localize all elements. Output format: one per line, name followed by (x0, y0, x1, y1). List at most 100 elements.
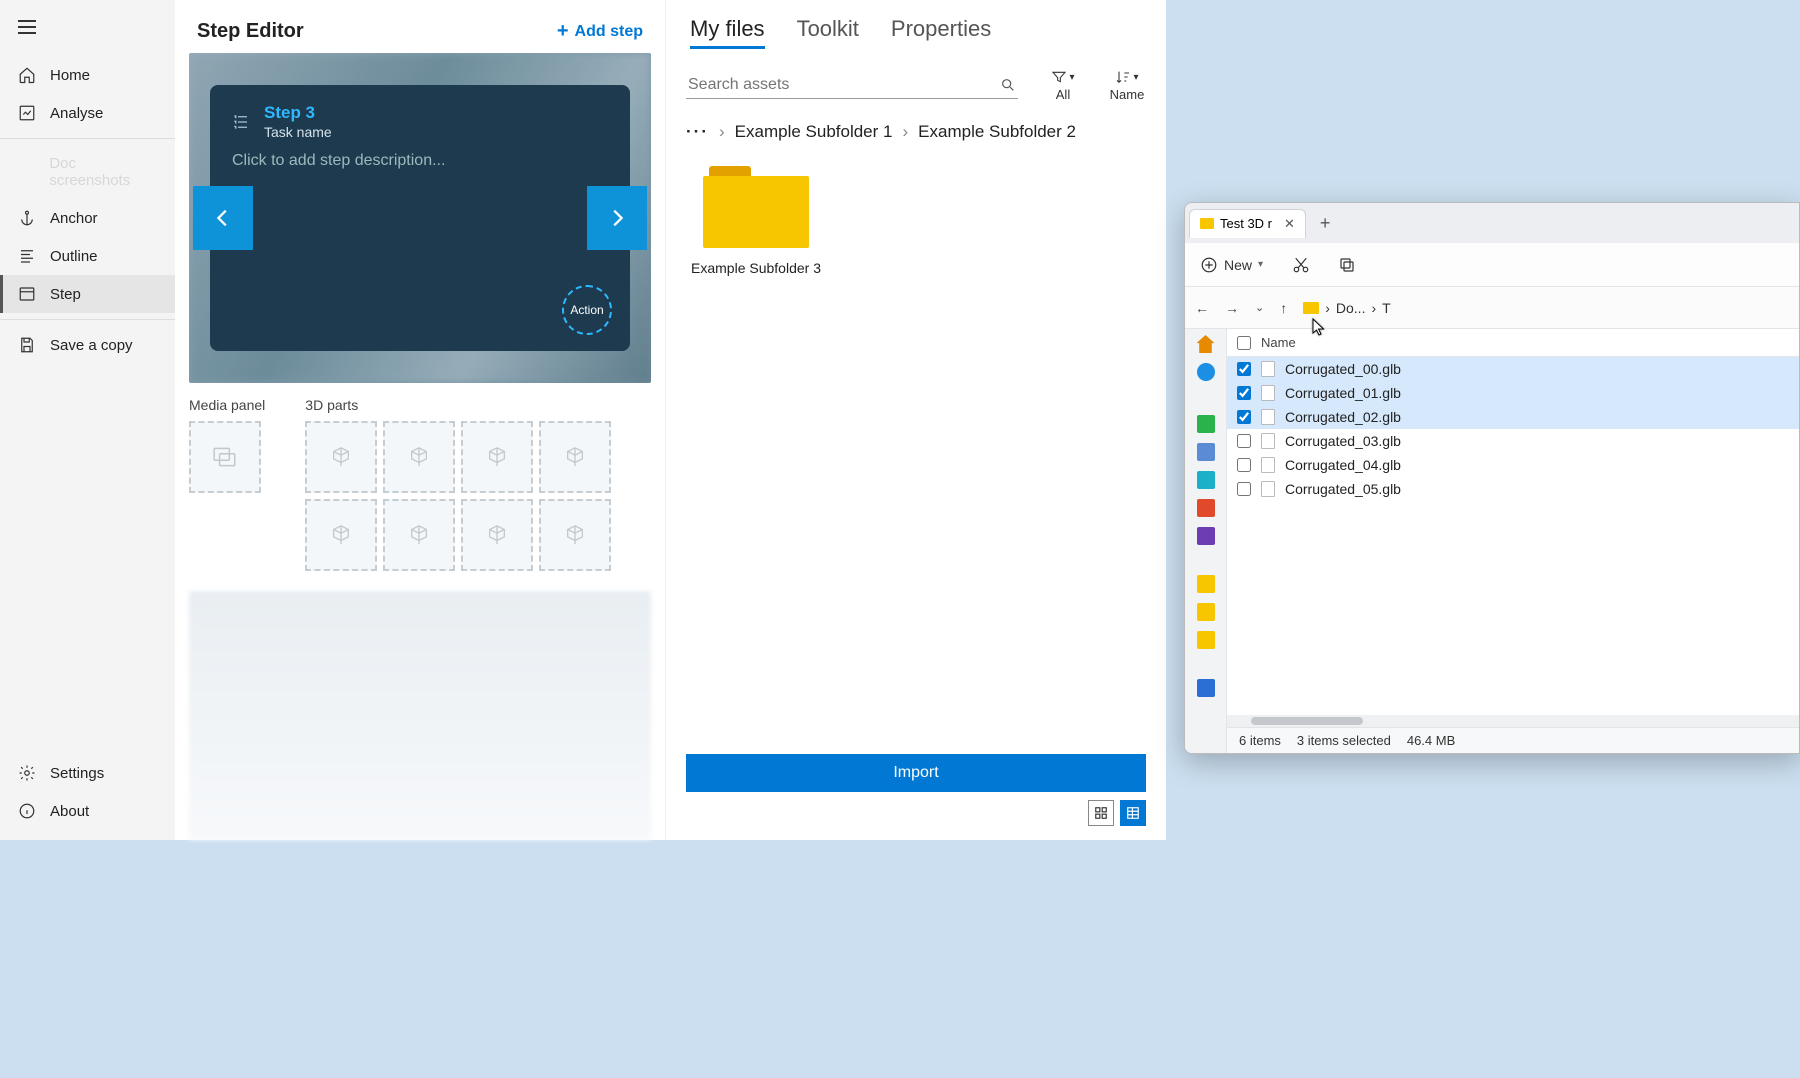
file-row[interactable]: Corrugated_01.glb (1227, 381, 1799, 405)
search-input[interactable] (688, 76, 1000, 94)
select-all-checkbox[interactable] (1237, 336, 1251, 350)
sidebar-item-save-copy[interactable]: Save a copy (0, 326, 175, 364)
3d-part-slot[interactable] (383, 421, 455, 493)
3d-part-slot[interactable] (305, 499, 377, 571)
grid-view-button[interactable] (1088, 800, 1114, 826)
add-step-button[interactable]: + Add step (557, 20, 643, 43)
file-checkbox[interactable] (1237, 410, 1251, 424)
new-button[interactable]: New ▾ (1199, 255, 1264, 275)
path-segment[interactable]: Do... (1336, 300, 1366, 316)
nav-folder-icon[interactable] (1197, 603, 1215, 621)
sidebar-item-step[interactable]: Step (0, 275, 175, 313)
breadcrumb-more[interactable]: ··· (686, 122, 709, 142)
chevron-right-icon: › (1371, 300, 1376, 316)
nav-home-icon[interactable] (1197, 335, 1215, 353)
3d-part-slot[interactable] (461, 499, 533, 571)
file-checkbox[interactable] (1237, 362, 1251, 376)
filter-button[interactable]: ▾ All (1044, 69, 1082, 102)
file-row[interactable]: Corrugated_05.glb (1227, 477, 1799, 501)
step-preview: Step 3 Task name Click to add step descr… (189, 53, 651, 383)
3d-part-slot[interactable] (383, 499, 455, 571)
cut-button[interactable] (1292, 256, 1310, 274)
explorer-tab[interactable]: Test 3D r ✕ (1189, 209, 1306, 238)
file-row[interactable]: Corrugated_00.glb (1227, 357, 1799, 381)
explorer-statusbar: 6 items 3 items selected 46.4 MB (1227, 727, 1799, 753)
file-row[interactable]: Corrugated_04.glb (1227, 453, 1799, 477)
sort-button[interactable]: ▾ Name (1108, 69, 1146, 102)
tab-my-files[interactable]: My files (690, 16, 765, 49)
search-box[interactable] (686, 72, 1018, 99)
task-name: Task name (264, 124, 332, 140)
sidebar-divider (0, 138, 175, 139)
sidebar-item-settings[interactable]: Settings (0, 754, 175, 792)
sidebar-item-anchor[interactable]: Anchor (0, 199, 175, 237)
step-card[interactable]: Step 3 Task name Click to add step descr… (210, 85, 630, 351)
nav-downloads-icon[interactable] (1197, 415, 1215, 433)
history-dropdown[interactable]: ⌄ (1255, 301, 1264, 314)
ordered-list-icon (232, 113, 250, 131)
forward-button[interactable]: → (1225, 300, 1239, 316)
new-tab-button[interactable]: + (1320, 213, 1331, 234)
tab-toolkit[interactable]: Toolkit (797, 16, 859, 49)
media-slot[interactable] (189, 421, 261, 493)
3d-part-slot[interactable] (539, 421, 611, 493)
3d-part-slot[interactable] (461, 421, 533, 493)
breadcrumb-item[interactable]: Example Subfolder 2 (918, 122, 1076, 142)
nav-onedrive-icon[interactable] (1197, 363, 1215, 381)
file-list[interactable]: Corrugated_00.glbCorrugated_01.glbCorrug… (1227, 357, 1799, 715)
file-checkbox[interactable] (1237, 434, 1251, 448)
3d-part-slot[interactable] (305, 421, 377, 493)
step-description-placeholder[interactable]: Click to add step description... (232, 152, 608, 170)
nav-folder-icon[interactable] (1197, 575, 1215, 593)
nav-videos-icon[interactable] (1197, 527, 1215, 545)
import-button[interactable]: Import (686, 754, 1146, 792)
sidebar-item-analyse[interactable]: Analyse (0, 94, 175, 132)
file-checkbox[interactable] (1237, 386, 1251, 400)
name-column-header[interactable]: Name (1261, 335, 1296, 350)
sidebar-item-doc-screenshots[interactable]: Doc screenshots (0, 145, 175, 199)
nav-folder-icon[interactable] (1197, 631, 1215, 649)
address-bar[interactable]: › Do... › T (1303, 300, 1789, 316)
prev-step-button[interactable] (193, 186, 253, 250)
folder-item[interactable]: Example Subfolder 3 (686, 166, 826, 276)
nav-thispc-icon[interactable] (1197, 679, 1215, 697)
action-label: Action (570, 303, 603, 317)
breadcrumb-item[interactable]: Example Subfolder 1 (735, 122, 893, 142)
nav-pictures-icon[interactable] (1197, 471, 1215, 489)
explorer-nav-pane[interactable] (1185, 329, 1227, 753)
close-tab-button[interactable]: ✕ (1284, 216, 1295, 232)
copy-button[interactable] (1338, 256, 1356, 274)
sidebar-item-home[interactable]: Home (0, 56, 175, 94)
sidebar-divider (0, 319, 175, 320)
file-icon (1261, 433, 1275, 449)
sidebar-item-outline[interactable]: Outline (0, 237, 175, 275)
file-checkbox[interactable] (1237, 458, 1251, 472)
sidebar-item-about[interactable]: About (0, 792, 175, 830)
nav-music-icon[interactable] (1197, 499, 1215, 517)
explorer-navbar: ← → ⌄ ↑ › Do... › T (1185, 287, 1799, 329)
search-icon[interactable] (1000, 77, 1016, 93)
hamburger-button[interactable] (0, 10, 175, 44)
3d-part-slot[interactable] (539, 499, 611, 571)
nav-documents-icon[interactable] (1197, 443, 1215, 461)
step-title: Step 3 (264, 103, 332, 123)
mouse-cursor (1312, 318, 1326, 336)
sidebar-item-label: Save a copy (50, 337, 133, 354)
folder-icon (1303, 302, 1319, 314)
tab-properties[interactable]: Properties (891, 16, 991, 49)
action-badge[interactable]: Action (562, 285, 612, 335)
next-step-button[interactable] (587, 186, 647, 250)
filter-icon (1051, 69, 1067, 85)
explorer-toolbar: New ▾ (1185, 243, 1799, 287)
file-row[interactable]: Corrugated_03.glb (1227, 429, 1799, 453)
up-button[interactable]: ↑ (1280, 300, 1287, 316)
file-row[interactable]: Corrugated_02.glb (1227, 405, 1799, 429)
plus-circle-icon (1200, 256, 1218, 274)
horizontal-scrollbar[interactable] (1227, 715, 1799, 727)
file-explorer-window[interactable]: Test 3D r ✕ + New ▾ ← → ⌄ ↑ › Do... › T (1184, 202, 1800, 754)
explorer-tab-title: Test 3D r (1220, 216, 1272, 231)
file-checkbox[interactable] (1237, 482, 1251, 496)
back-button[interactable]: ← (1195, 300, 1209, 316)
list-view-button[interactable] (1120, 800, 1146, 826)
sidebar-item-label: Settings (50, 765, 104, 782)
